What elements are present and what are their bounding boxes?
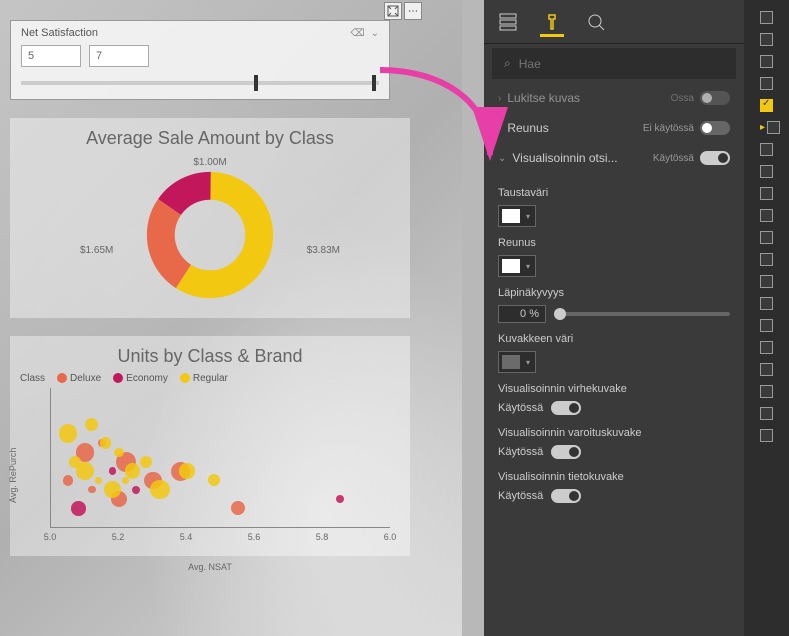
- slicer-title-text: Net Satisfaction: [21, 27, 98, 39]
- strip-item[interactable]: [744, 336, 789, 358]
- slicer-from-input[interactable]: [21, 45, 81, 67]
- opacity-slider[interactable]: [554, 312, 730, 316]
- strip-item[interactable]: [744, 138, 789, 160]
- search-row[interactable]: ⌕: [492, 48, 736, 79]
- net-satisfaction-slicer[interactable]: Net Satisfaction ⌫ ⌄: [10, 20, 390, 100]
- prop-visual-header[interactable]: ⌄Visualisoinnin otsi... Käytössä: [484, 143, 744, 173]
- format-panel: ⌕ ›Lukitse kuvas Ossa ›Reunus Ei käytöss…: [484, 0, 744, 636]
- visual-header-subprops: Taustaväri ▾ Reunus ▾ Läpinäkyvyys 0 % K…: [484, 173, 744, 523]
- border-color-label: Reunus: [498, 237, 730, 249]
- legend-dot-economy: [113, 373, 123, 383]
- icon-color-picker[interactable]: ▾: [498, 351, 536, 373]
- strip-item[interactable]: [744, 204, 789, 226]
- analytics-tab[interactable]: [584, 10, 608, 34]
- scatter-plot-area: [50, 388, 390, 528]
- toggle-warning-icon[interactable]: [551, 445, 581, 459]
- info-icon-label: Visualisoinnin tietokuvake: [498, 471, 730, 483]
- icon-color-swatch: [502, 355, 520, 369]
- strip-item[interactable]: [744, 28, 789, 50]
- strip-item[interactable]: [744, 270, 789, 292]
- strip-item[interactable]: [744, 358, 789, 380]
- donut-chart-tile[interactable]: Average Sale Amount by Class $1.00M $1.6…: [10, 118, 410, 318]
- warning-icon-state: Käytössä: [498, 446, 543, 458]
- toggle-border[interactable]: [700, 121, 730, 135]
- error-icon-state: Käytössä: [498, 402, 543, 414]
- donut-title: Average Sale Amount by Class: [10, 118, 410, 155]
- toggle-lock[interactable]: [700, 91, 730, 105]
- strip-item[interactable]: [744, 72, 789, 94]
- bg-color-picker[interactable]: ▾: [498, 205, 536, 227]
- search-input[interactable]: [519, 57, 724, 71]
- error-icon-label: Visualisoinnin virhekuvake: [498, 383, 730, 395]
- donut-label-right: $3.83M: [307, 245, 340, 256]
- chevron-down-icon: ▾: [524, 358, 532, 367]
- border-color-picker[interactable]: ▾: [498, 255, 536, 277]
- chevron-right-icon: ›: [498, 93, 501, 104]
- format-tab[interactable]: [540, 13, 564, 37]
- strip-item[interactable]: ▸: [744, 116, 789, 138]
- info-icon-state: Käytössä: [498, 490, 543, 502]
- panel-tabs: [484, 0, 744, 44]
- clear-icon[interactable]: ⌫: [350, 28, 364, 39]
- donut-chart: $1.00M $1.65M $3.83M: [10, 155, 410, 315]
- border-color-swatch: [502, 259, 520, 273]
- slicer-to-input[interactable]: [89, 45, 149, 67]
- slicer-track[interactable]: [21, 81, 379, 85]
- x-axis-label: Avg. NSAT: [10, 562, 410, 572]
- opacity-thumb[interactable]: [554, 308, 566, 320]
- legend-dot-deluxe: [57, 373, 67, 383]
- bg-color-label: Taustaväri: [498, 187, 730, 199]
- toggle-info-icon[interactable]: [551, 489, 581, 503]
- selection-strip: ▸: [744, 0, 789, 636]
- report-canvas[interactable]: ⋯ Net Satisfaction ⌫ ⌄ Average Sale Amou…: [0, 0, 462, 636]
- slicer-thumb-right[interactable]: [372, 75, 376, 91]
- strip-item[interactable]: [744, 182, 789, 204]
- focus-mode-icon[interactable]: [384, 2, 402, 20]
- donut-label-left: $1.65M: [80, 245, 113, 256]
- strip-item[interactable]: [744, 226, 789, 248]
- strip-item[interactable]: [744, 248, 789, 270]
- icon-color-label: Kuvakkeen väri: [498, 333, 730, 345]
- chevron-right-icon: ›: [498, 123, 501, 134]
- fields-tab[interactable]: [496, 10, 520, 34]
- scatter-chart-tile[interactable]: Units by Class & Brand Class Deluxe Econ…: [10, 336, 410, 556]
- warning-icon-label: Visualisoinnin varoituskuvake: [498, 427, 730, 439]
- scatter-legend: Class Deluxe Economy Regular: [10, 373, 410, 388]
- search-icon: ⌕: [504, 56, 511, 71]
- strip-item[interactable]: [744, 160, 789, 182]
- toggle-visual-header[interactable]: [700, 151, 730, 165]
- legend-label: Class: [20, 373, 45, 384]
- strip-item[interactable]: [744, 94, 789, 116]
- strip-item[interactable]: [744, 424, 789, 446]
- toggle-error-icon[interactable]: [551, 401, 581, 415]
- strip-item[interactable]: [744, 6, 789, 28]
- strip-item[interactable]: [744, 402, 789, 424]
- strip-item[interactable]: [744, 380, 789, 402]
- opacity-label: Läpinäkyvyys: [498, 287, 730, 299]
- strip-item[interactable]: [744, 292, 789, 314]
- strip-item[interactable]: [744, 50, 789, 72]
- chevron-down-icon: ⌄: [498, 153, 506, 164]
- chevron-down-icon[interactable]: ⌄: [371, 28, 379, 39]
- slicer-thumb-left[interactable]: [254, 75, 258, 91]
- scatter-title: Units by Class & Brand: [10, 336, 410, 373]
- bg-color-swatch: [502, 209, 520, 223]
- prop-lock-aspect[interactable]: ›Lukitse kuvas Ossa: [484, 83, 744, 113]
- donut-label-top: $1.00M: [193, 157, 226, 168]
- strip-item[interactable]: [744, 314, 789, 336]
- more-options-icon[interactable]: ⋯: [404, 2, 422, 20]
- chevron-down-icon: ▾: [524, 212, 532, 221]
- y-axis-label: Avg. RePurch: [8, 448, 18, 503]
- prop-border[interactable]: ›Reunus Ei käytössä: [484, 113, 744, 143]
- opacity-value-box[interactable]: 0 %: [498, 305, 546, 323]
- legend-dot-regular: [180, 373, 190, 383]
- chevron-down-icon: ▾: [524, 262, 532, 271]
- visual-header-icons: ⋯: [384, 2, 422, 20]
